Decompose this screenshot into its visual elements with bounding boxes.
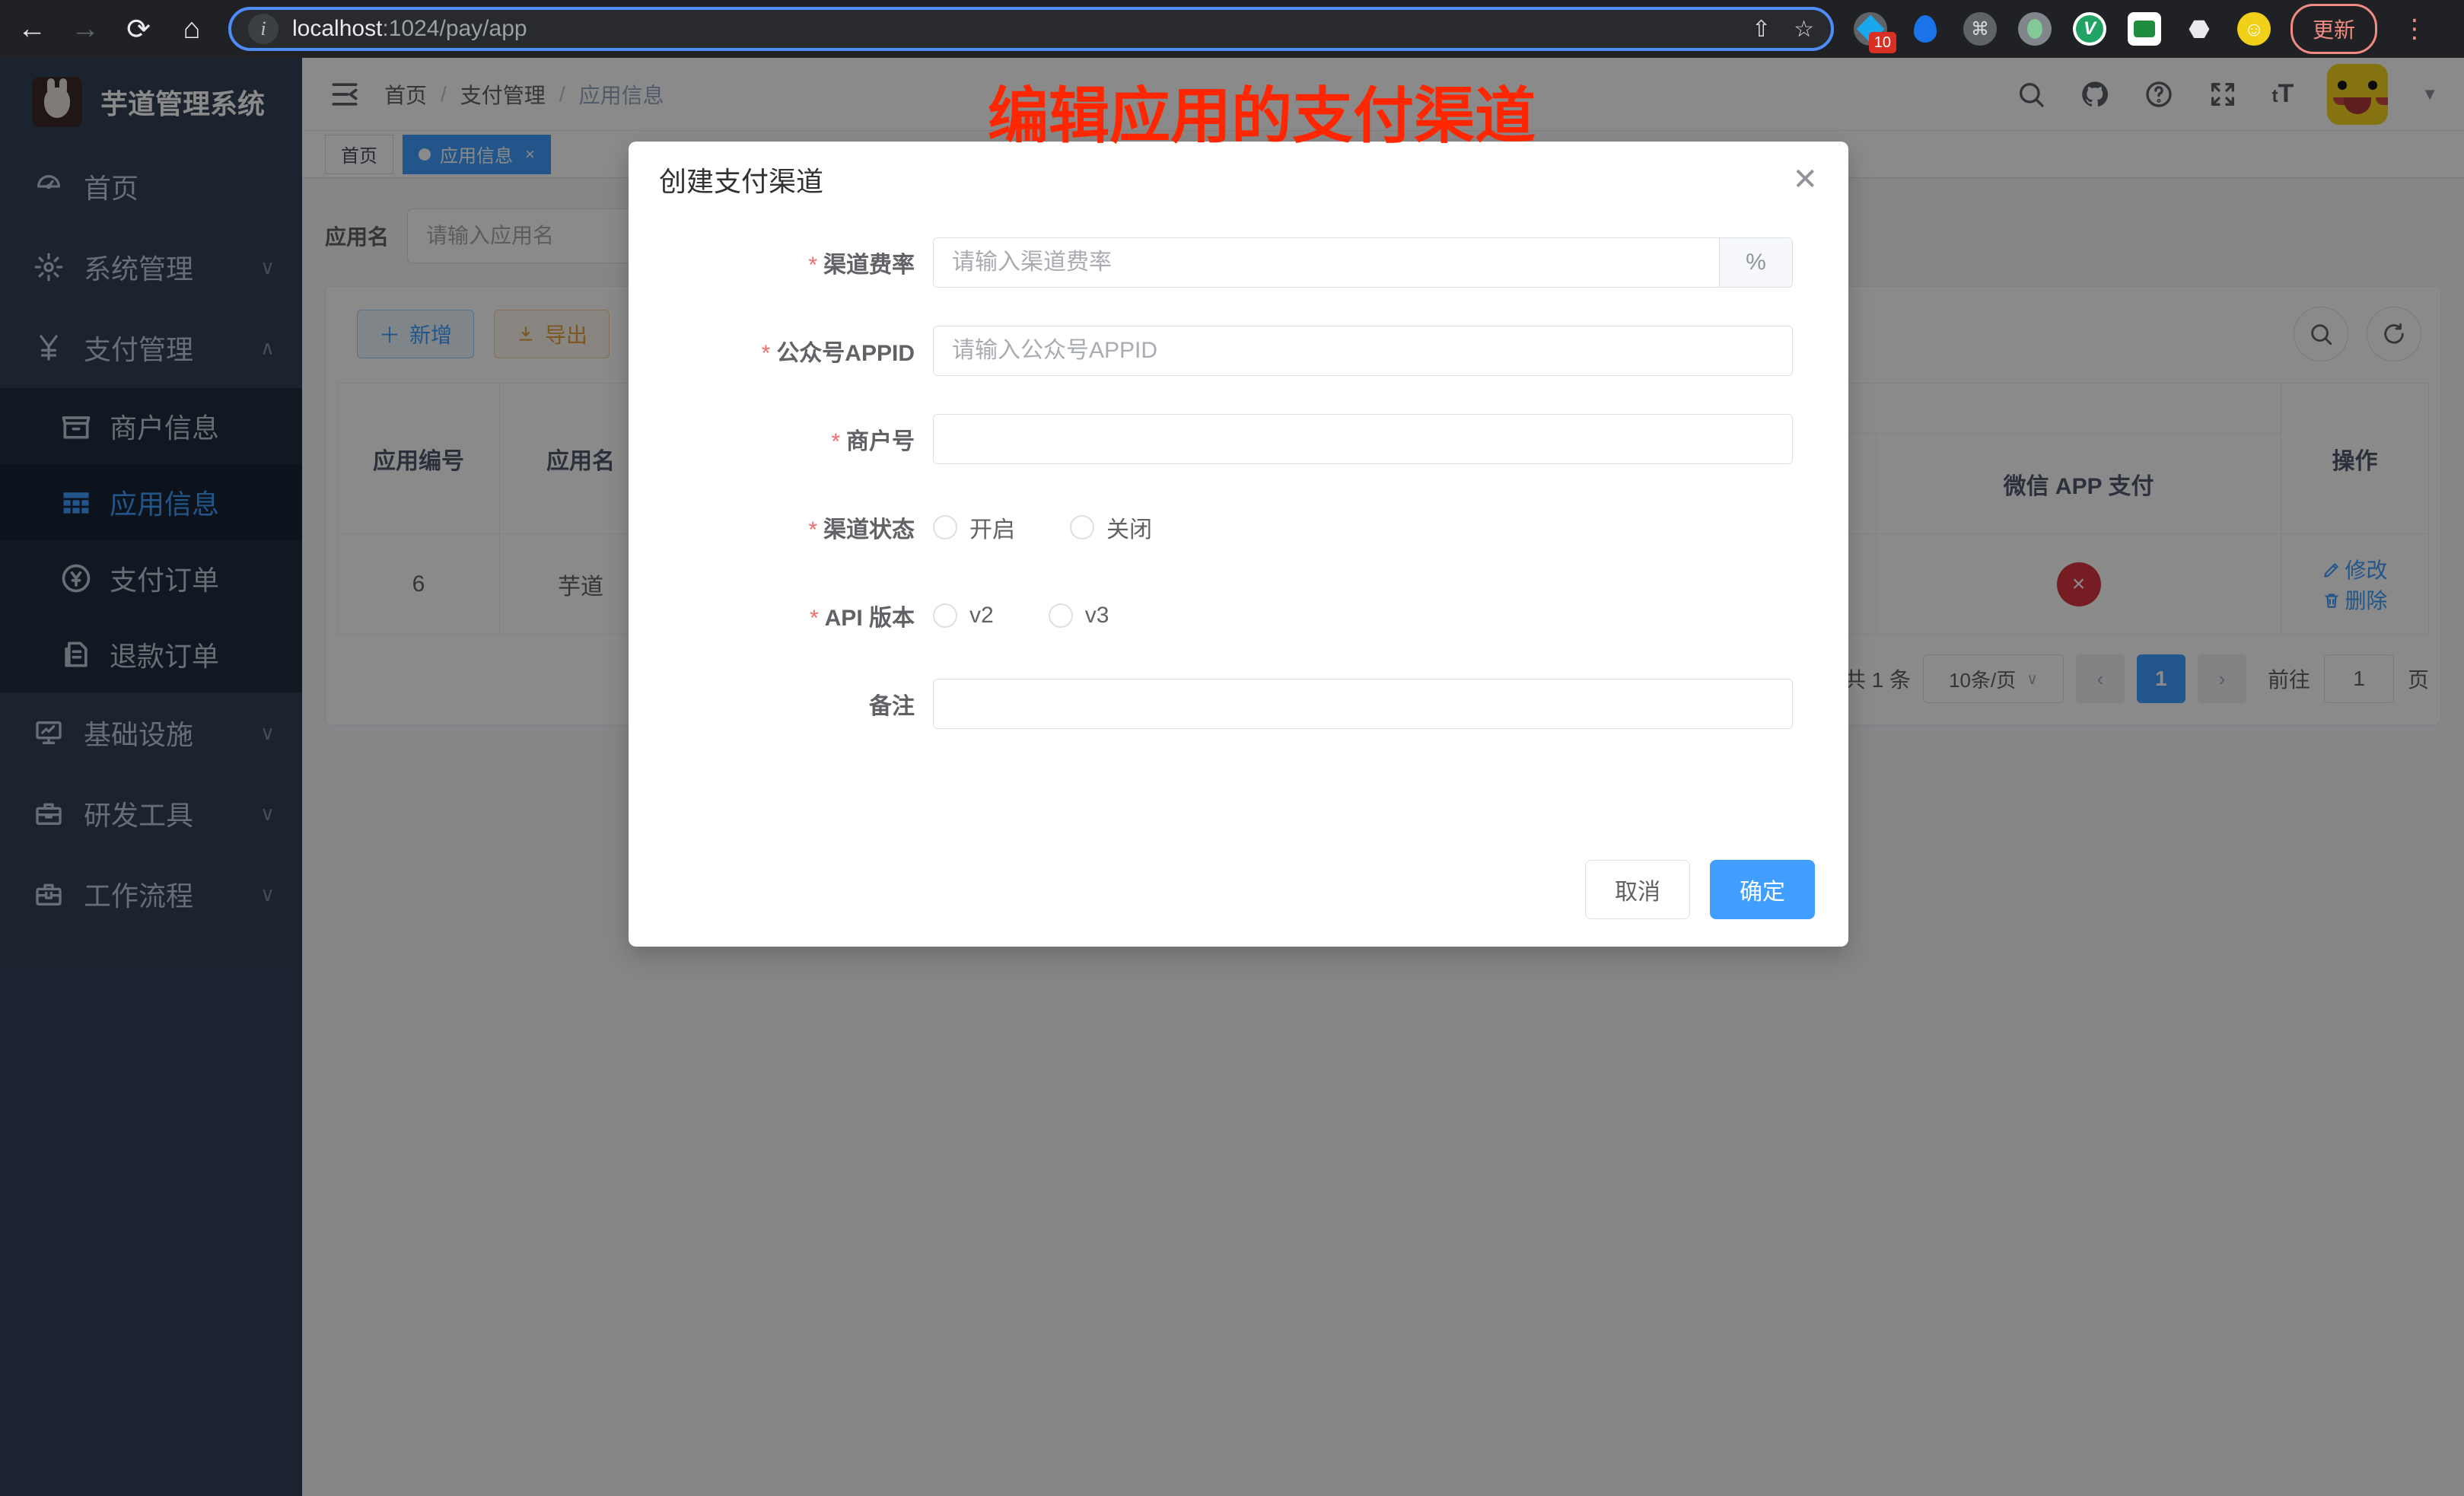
radio-circle-icon [1049,603,1073,628]
reload-icon[interactable]: ⟳ [122,12,155,46]
merchant-id-label: 商户号 [659,422,933,456]
radio-status-open[interactable]: 开启 [933,511,1015,544]
forward-icon[interactable]: → [68,12,102,46]
cancel-button[interactable]: 取消 [1585,860,1690,919]
official-appid-label: 公众号APPID [659,334,933,368]
profile-avatar-icon[interactable]: ☺ [2237,12,2271,46]
browser-menu-icon[interactable]: ⋮ [2397,14,2432,44]
extensions-puzzle-icon[interactable]: ⬣ [2182,12,2216,46]
url-host: localhost [292,16,382,41]
confirm-button[interactable]: 确定 [1710,860,1815,919]
extension-badge: 10 [1869,32,1896,53]
extension-balloon-icon[interactable] [1908,12,1942,46]
percent-suffix: % [1719,238,1792,287]
radio-api-v3[interactable]: v3 [1049,603,1109,629]
field-remark: 备注 [659,679,1818,729]
dialog-title: 创建支付渠道 [659,160,823,199]
channel-rate-label: 渠道费率 [659,246,933,279]
field-channel-rate: 渠道费率 % [659,237,1818,288]
radio-status-closed[interactable]: 关闭 [1070,511,1152,544]
remark-label: 备注 [659,687,933,721]
back-icon[interactable]: ← [15,12,49,46]
extension-v-icon[interactable]: V [2073,12,2106,46]
close-icon[interactable]: ✕ [1792,164,1818,195]
extension-record-icon[interactable] [2018,12,2052,46]
radio-circle-icon [933,515,957,540]
home-icon[interactable]: ⌂ [175,12,209,46]
share-icon[interactable]: ⇧ [1752,16,1771,43]
extension-command-icon[interactable]: ⌘ [1963,12,1997,46]
radio-circle-icon [933,603,957,628]
bookmark-star-icon[interactable]: ☆ [1794,16,1814,43]
extension-chat-icon[interactable] [2128,12,2161,46]
official-appid-input[interactable] [934,326,1792,375]
url-text[interactable]: localhost:1024/pay/app [292,16,1738,42]
channel-rate-input[interactable] [934,238,1719,287]
field-channel-status: 渠道状态 开启 关闭 [659,502,1818,552]
radio-circle-icon [1070,515,1094,540]
browser-bar: ← → ⟳ ⌂ i localhost:1024/pay/app ⇧ ☆ 10 … [0,0,2464,58]
address-bar[interactable]: i localhost:1024/pay/app ⇧ ☆ [228,7,1834,51]
field-api-version: API 版本 v2 v3 [659,590,1818,641]
merchant-id-input[interactable] [934,415,1792,463]
annotation-text: 编辑应用的支付渠道 [988,67,1536,155]
remark-input[interactable] [934,680,1792,728]
site-info-icon[interactable]: i [248,14,279,44]
url-path: :1024/pay/app [382,16,527,41]
create-payment-channel-dialog: 创建支付渠道 ✕ 渠道费率 % 公众号APPID 商户号 [629,142,1848,947]
field-official-appid: 公众号APPID [659,326,1818,376]
channel-status-label: 渠道状态 [659,511,933,544]
chrome-update-button[interactable]: 更新 [2291,4,2377,54]
api-version-label: API 版本 [659,599,933,632]
extension-tray: 10 ⌘ V ⬣ ☺ [1854,12,2271,46]
extension-diamond-icon[interactable]: 10 [1854,12,1887,46]
radio-api-v2[interactable]: v2 [933,603,994,629]
field-merchant-id: 商户号 [659,414,1818,464]
